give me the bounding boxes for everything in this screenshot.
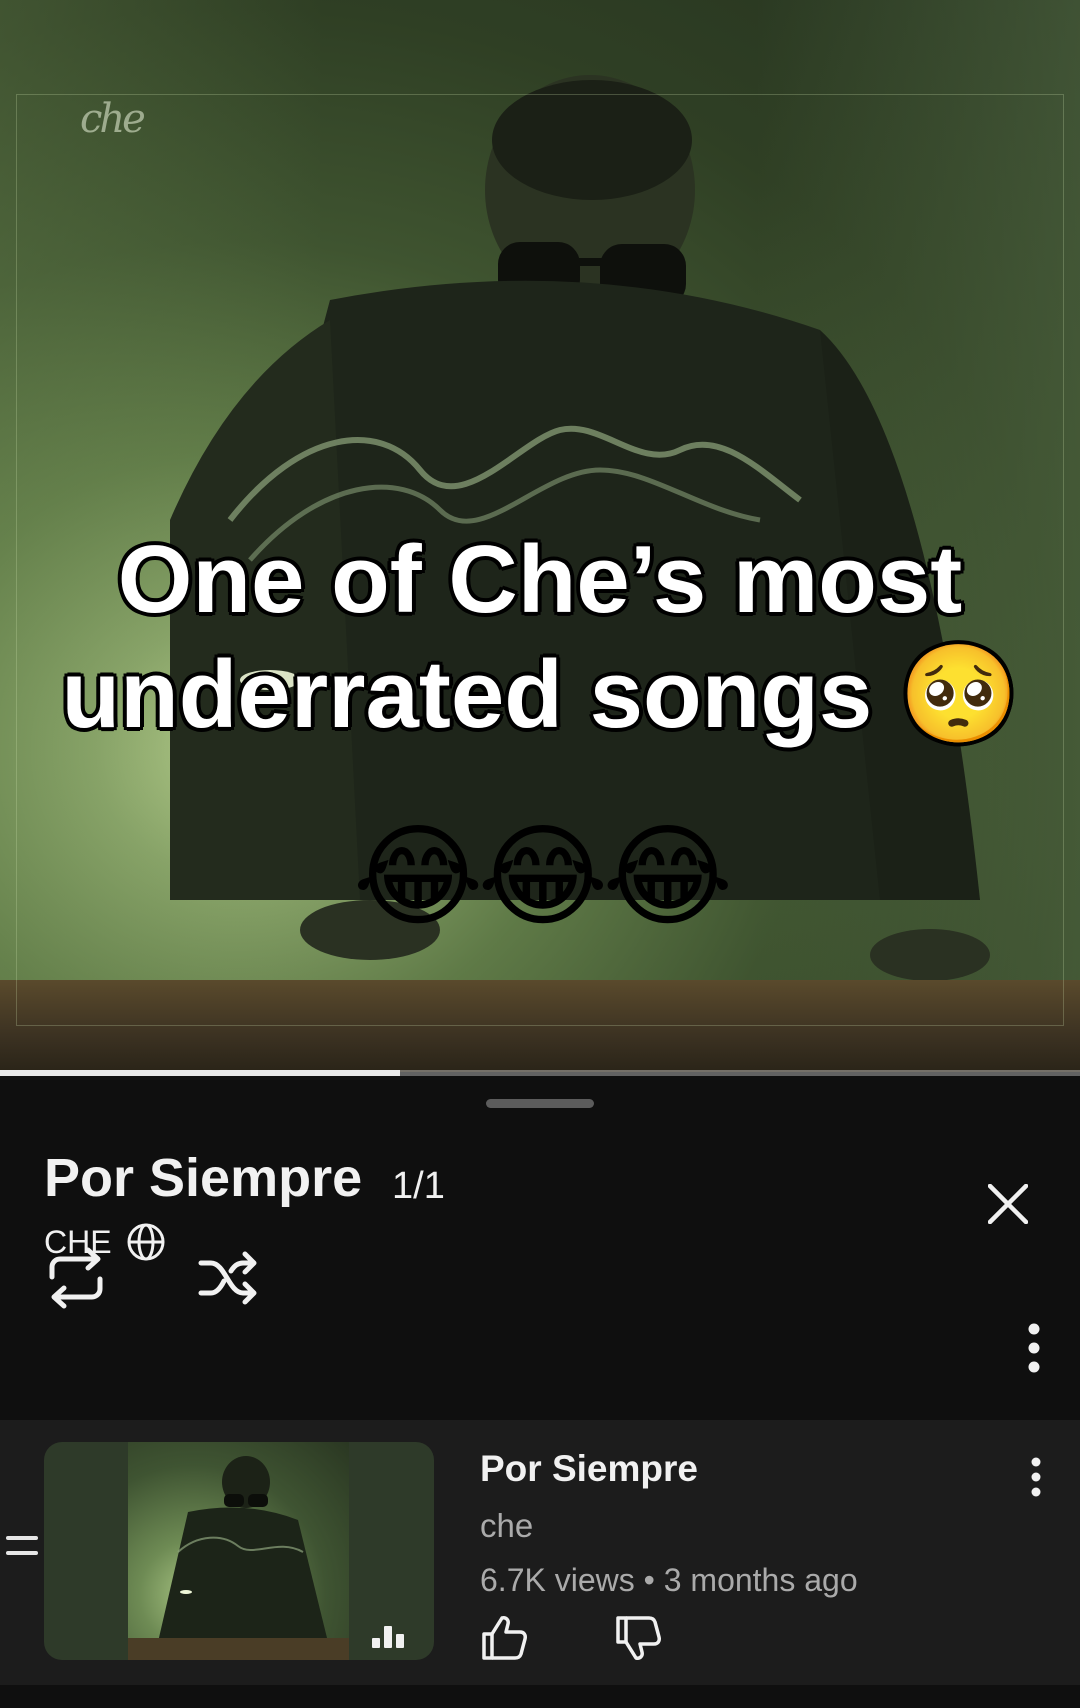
video-caption-line-1: One of Che’s most bbox=[117, 526, 963, 633]
thumbnail-table bbox=[128, 1638, 349, 1660]
video-caption-emojis: 😂😂😂 bbox=[352, 812, 734, 942]
more-vertical-icon bbox=[1028, 1323, 1040, 1373]
like-icon bbox=[482, 1616, 527, 1660]
shuffle-button[interactable] bbox=[190, 1240, 266, 1316]
dislike-button[interactable] bbox=[612, 1612, 664, 1664]
queue-item-meta: 6.7K views • 3 months ago bbox=[480, 1562, 858, 1598]
globe-icon bbox=[127, 1223, 165, 1261]
thumbnail-person bbox=[158, 1456, 328, 1642]
more-vertical-icon bbox=[1031, 1457, 1041, 1497]
reorder-handle-icon[interactable] bbox=[6, 1536, 38, 1564]
loop-button[interactable] bbox=[38, 1240, 114, 1316]
queue-item-channel[interactable]: che bbox=[480, 1504, 533, 1548]
equalizer-icon bbox=[372, 1624, 412, 1648]
dislike-icon bbox=[616, 1616, 661, 1660]
close-button[interactable] bbox=[980, 1176, 1036, 1232]
close-icon bbox=[988, 1184, 1028, 1224]
drag-handle[interactable] bbox=[486, 1099, 594, 1108]
video-caption-line-2: underrated songs 🥺 bbox=[61, 641, 1019, 748]
video-watermark-logo: che bbox=[80, 96, 146, 142]
like-button[interactable] bbox=[478, 1612, 530, 1664]
bottom-strip bbox=[0, 1685, 1080, 1708]
playlist-position: 1/1 bbox=[392, 1165, 445, 1207]
queue-item-title: Por Siempre bbox=[480, 1448, 698, 1489]
video-player[interactable]: che One of Che’s most underrated songs 🥺… bbox=[0, 0, 1080, 1072]
playlist-more-button[interactable] bbox=[1012, 1310, 1056, 1386]
thumbnail-image bbox=[128, 1442, 349, 1660]
queue-item-more-button[interactable] bbox=[1016, 1452, 1056, 1502]
loop-icon bbox=[49, 1247, 103, 1309]
playlist-title: Por Siempre bbox=[44, 1148, 363, 1208]
shuffle-icon bbox=[198, 1251, 257, 1305]
